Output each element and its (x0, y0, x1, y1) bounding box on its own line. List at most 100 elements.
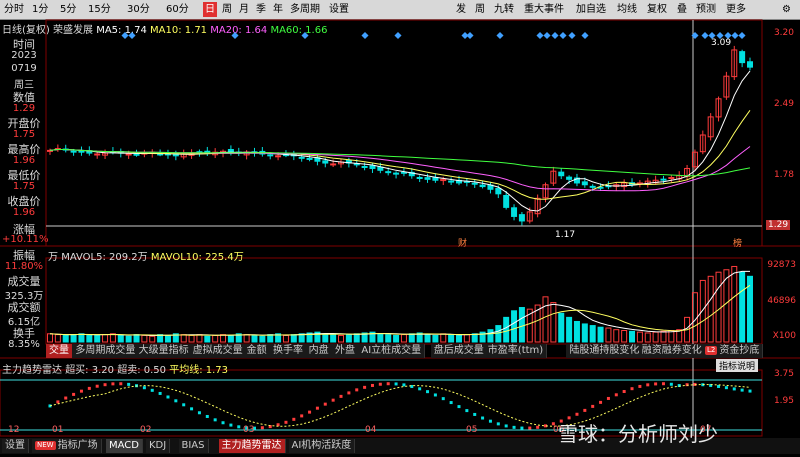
volume-bar-56 (487, 329, 494, 343)
candle-body-40 (361, 165, 368, 168)
osc-dot-8 (111, 382, 115, 386)
osc-dot-10 (127, 382, 131, 386)
vol-axis-unit: X100 (772, 331, 796, 341)
vol-tab-3[interactable]: 虚拟成交量 (189, 344, 247, 358)
volume-bar-69 (589, 325, 596, 343)
vol-tab-7[interactable]: 外盘 (332, 344, 359, 358)
candle-body-88 (739, 51, 746, 64)
volume-bar-45 (400, 334, 407, 343)
volume-bar-68 (581, 323, 588, 343)
osc-dot-36 (331, 398, 335, 402)
osc-dot-53 (465, 409, 469, 413)
footer-tab-3[interactable]: KDJ (146, 439, 171, 453)
osc-dot-9 (119, 382, 123, 386)
osc-dot-50 (441, 397, 445, 401)
event-marker-12 (559, 31, 567, 40)
indicator-help-button[interactable]: 指标说明 (716, 359, 759, 372)
candle-body-11 (133, 153, 140, 156)
volume-bar-67 (573, 320, 580, 343)
vol-tab-9[interactable]: 盘后成交量 (430, 344, 488, 358)
super-sell: 超卖: 0.50 (117, 365, 167, 376)
candle-body-79 (668, 177, 675, 180)
osc-dot-13 (150, 388, 154, 392)
vol-tab-11[interactable]: 陆股通持股变化 (566, 344, 644, 358)
vol-unit: 万 (48, 252, 58, 263)
osc-dot-75 (638, 384, 642, 388)
vol-tab-13[interactable]: L2 资金抄底 (702, 344, 764, 358)
osc-dot-23 (229, 423, 233, 427)
volume-bar-71 (605, 327, 612, 343)
event-marker-13 (568, 31, 576, 40)
osc-dot-1 (56, 400, 60, 404)
osc-dot-74 (630, 387, 634, 391)
event-marker-20 (731, 31, 739, 40)
vol-tab-0[interactable]: 交量 (46, 344, 73, 358)
indicator-name[interactable]: 主力趋势雷达 (2, 365, 62, 376)
volume-bar-37 (338, 334, 345, 343)
event-marker-2 (231, 31, 239, 40)
volume-bar-57 (495, 325, 502, 343)
volume-bar-78 (660, 330, 667, 343)
osc-dot-55 (481, 416, 485, 420)
footer-tab-1[interactable]: NEW 指标广场 (32, 439, 102, 453)
volume-bar-15 (164, 334, 171, 343)
osc-dot-41 (370, 383, 374, 387)
osc-dot-88 (740, 388, 744, 392)
volume-bar-36 (330, 334, 337, 343)
osc-dot-78 (661, 382, 665, 386)
event-marker-9 (536, 31, 544, 40)
footer-tab-5[interactable]: 主力趋势雷达 (218, 439, 286, 453)
vol-tab-10[interactable]: 市盈率(ttm) (484, 344, 548, 358)
footer-tab-0[interactable]: 设置 (2, 439, 29, 453)
volume-bar-42 (377, 333, 384, 343)
volume-bar-75 (636, 331, 643, 343)
candle-body-66 (566, 176, 573, 180)
candle-body-65 (558, 171, 565, 177)
osc-dot-19 (197, 411, 201, 415)
footer-tab-2[interactable]: MACD (106, 439, 143, 453)
indicator-legend: 主力趋势雷达 超买: 3.20 超卖: 0.50 平均线: 1.73 (2, 361, 228, 376)
volume-bar-87 (731, 265, 738, 343)
candle-body-48 (424, 177, 431, 180)
vol-tab-6[interactable]: 内盘 (305, 344, 333, 358)
candle-body-43 (385, 171, 392, 174)
marker-cai[interactable]: 财 (458, 236, 467, 249)
event-marker-21 (738, 31, 746, 40)
candle-body-58 (503, 195, 510, 208)
volume-bar-53 (463, 334, 470, 343)
vol-tab-4[interactable]: 金额 (243, 344, 271, 358)
volume-bar-76 (644, 332, 651, 343)
candle-body-36 (330, 163, 337, 166)
osc-dot-44 (394, 382, 398, 386)
l2-badge: L2 (705, 345, 718, 355)
osc-dot-56 (488, 419, 492, 423)
osc-dot-52 (457, 405, 461, 409)
osc-dot-43 (386, 382, 390, 386)
ma10-line (49, 110, 751, 200)
marker-bang[interactable]: 榜 (733, 236, 742, 249)
event-marker-10 (543, 31, 551, 40)
month-label-3: 03 (243, 425, 255, 435)
osc-dot-34 (315, 406, 319, 410)
vol-tab-2[interactable]: 大级量指标 (135, 344, 193, 358)
volume-bar-19 (196, 334, 203, 343)
osc-dot-24 (237, 425, 241, 429)
event-marker-7 (466, 31, 474, 40)
chart-canvas[interactable] (0, 0, 800, 457)
footer-tab-4[interactable]: BIAS (178, 439, 209, 453)
osc-dot-76 (646, 383, 650, 387)
event-marker-16 (701, 31, 709, 40)
vol-tab-5[interactable]: 换手率 (270, 344, 307, 358)
osc-dot-22 (221, 421, 225, 425)
volume-bar-7 (102, 334, 109, 343)
osc-dot-86 (724, 386, 728, 390)
osc-dot-87 (732, 387, 736, 391)
vol-tab-8[interactable]: AI立桩成交量 (358, 344, 426, 358)
vol-tab-1[interactable]: 多周期成交量 (72, 344, 140, 358)
volume-bar-5 (86, 334, 93, 343)
volume-bar-18 (188, 334, 195, 343)
vol-tab-12[interactable]: 融资融券变化 (638, 344, 706, 358)
candle-body-60 (518, 214, 525, 222)
osc-dot-70 (599, 400, 603, 404)
footer-tab-6[interactable]: AI机构活跃度 (288, 439, 356, 453)
